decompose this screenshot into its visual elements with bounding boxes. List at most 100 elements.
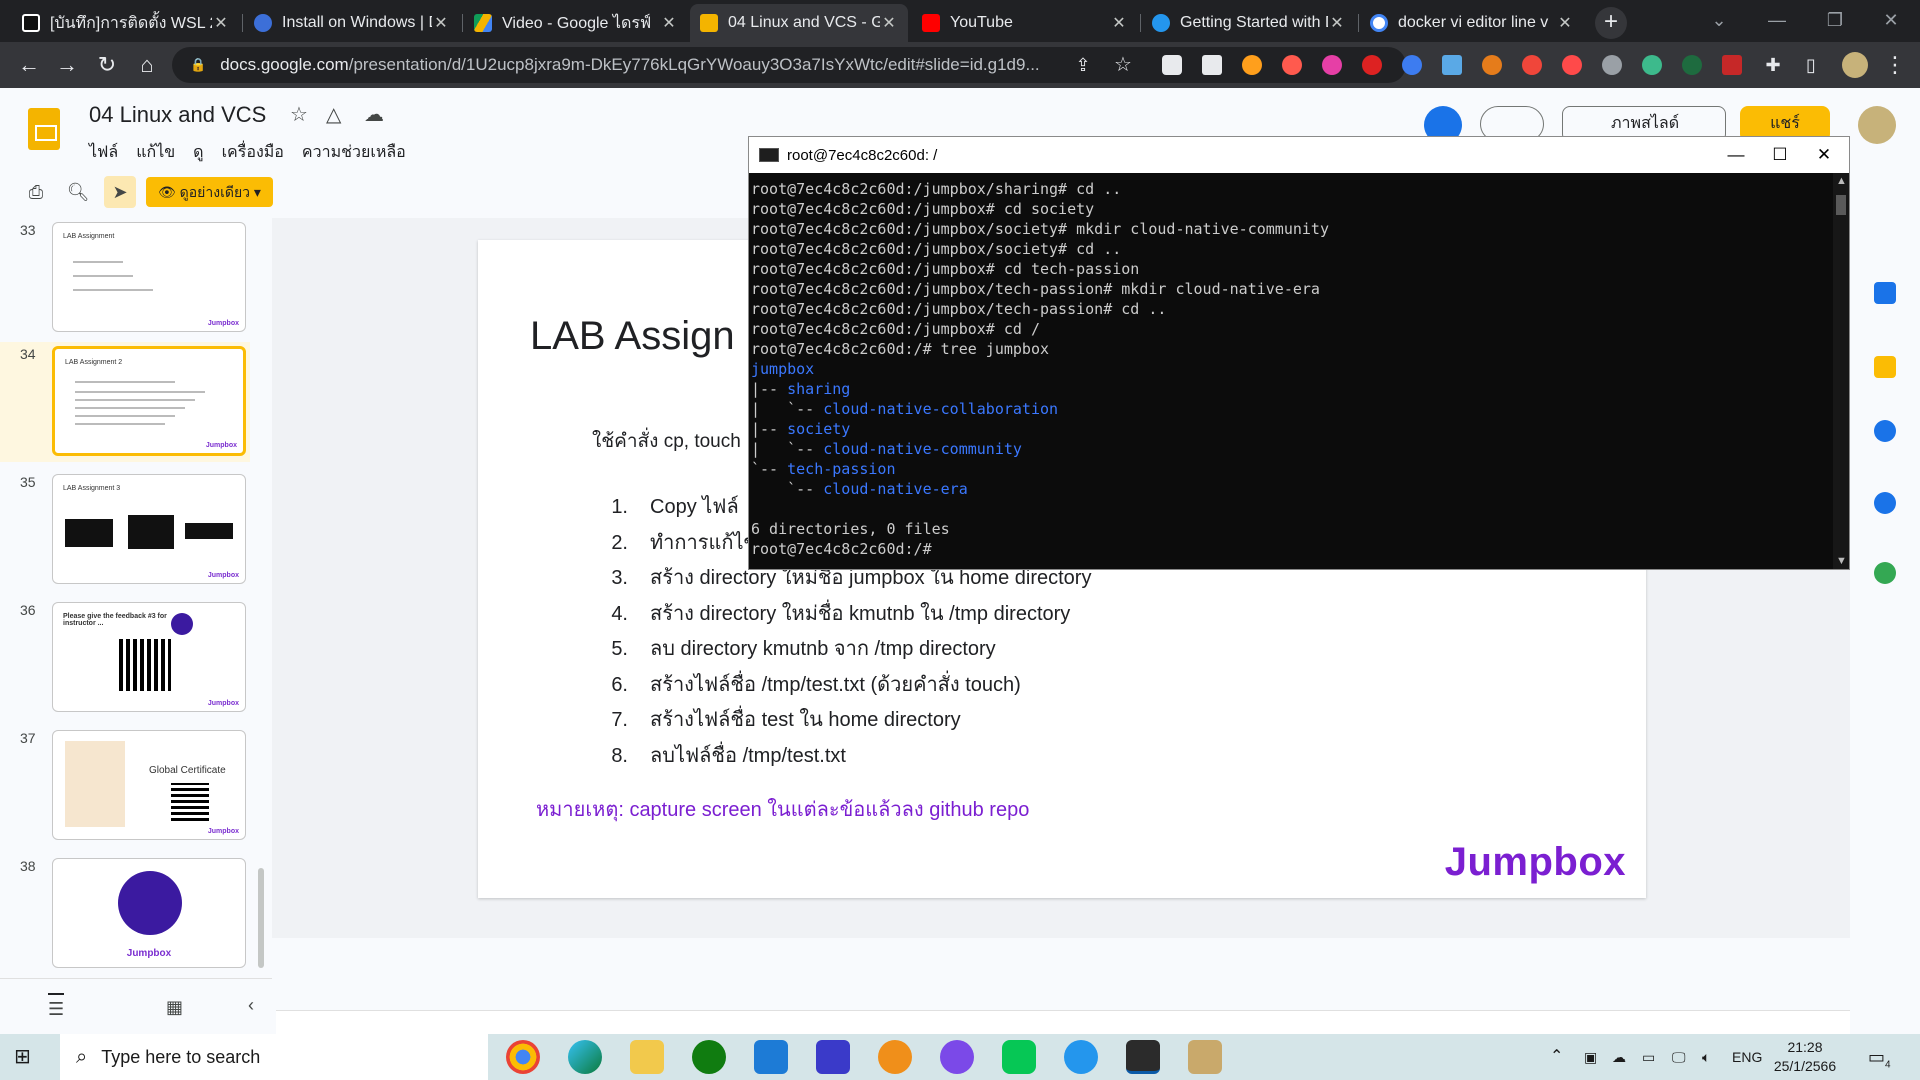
close-icon[interactable]: ✕	[880, 13, 898, 33]
slide-thumbnail[interactable]: Global Certificate Jumpbox	[52, 730, 246, 840]
line-icon[interactable]	[1002, 1040, 1036, 1074]
terminal-title-bar[interactable]: root@7ec4c8c2c60d: / — ☐ ✕	[749, 137, 1849, 173]
share-page-icon[interactable]: ⇪	[1068, 50, 1098, 80]
menu-tools[interactable]: เครื่องมือ	[222, 140, 284, 165]
close-icon[interactable]: ✕	[432, 13, 450, 33]
tab-getting-started-docker[interactable]: Getting Started with D ✕	[1142, 4, 1356, 42]
slide-thumbnail-row[interactable]: 34 LAB Assignment 2 Jumpbox	[0, 342, 250, 462]
tab-search-icon[interactable]: ⌄	[1690, 0, 1748, 40]
close-icon[interactable]: ✕	[1795, 137, 1853, 173]
metamask-icon[interactable]	[1482, 55, 1502, 75]
star-icon[interactable]: ☆	[290, 102, 308, 127]
extension-icon[interactable]	[1642, 55, 1662, 75]
menu-help[interactable]: ความช่วยเหลือ	[302, 140, 406, 165]
download-icon[interactable]	[1442, 55, 1462, 75]
edge-icon[interactable]	[568, 1040, 602, 1074]
restore-icon[interactable]: ❐	[1806, 0, 1864, 40]
maps-icon[interactable]	[1874, 562, 1896, 584]
close-window-icon[interactable]: ✕	[1862, 0, 1920, 40]
discord-icon[interactable]	[940, 1040, 974, 1074]
more-menu-icon[interactable]: ⋮	[1880, 50, 1910, 80]
windows-start-icon[interactable]: ⊞	[14, 1046, 36, 1068]
taskbar-clock[interactable]: 21:28 25/1/2566	[1770, 1038, 1840, 1076]
bookmark-star-icon[interactable]: ☆	[1108, 50, 1138, 80]
terminal-output[interactable]: root@7ec4c8c2c60d:/jumpbox/sharing# cd .…	[749, 173, 1831, 569]
select-cursor-icon[interactable]: ➤	[104, 176, 136, 208]
mail-icon[interactable]	[754, 1040, 788, 1074]
tasks-icon[interactable]	[1874, 420, 1896, 442]
device-icon[interactable]: ▣	[1584, 1034, 1597, 1080]
brave-shield-icon[interactable]	[1162, 55, 1182, 75]
slide-thumbnail-row[interactable]: 37 Global Certificate Jumpbox	[0, 726, 250, 846]
close-icon[interactable]: ✕	[660, 13, 678, 33]
puzzle-extensions-icon[interactable]: ✚	[1758, 50, 1788, 80]
slides-logo-icon[interactable]	[28, 108, 60, 150]
extension-icon[interactable]	[1202, 55, 1222, 75]
taskbar-search-box[interactable]: ⌕ Type here to search	[60, 1034, 488, 1080]
view-only-mode-button[interactable]: 👁 ดูอย่างเดียว ▾	[146, 177, 273, 207]
filmstrip-view-icon[interactable]: ☰	[48, 993, 65, 1020]
slide-thumbnail[interactable]: LAB Assignment Jumpbox	[52, 222, 246, 332]
collapse-panel-icon[interactable]: ‹	[248, 995, 254, 1016]
scroll-down-icon[interactable]: ▼	[1836, 555, 1847, 567]
docker-desktop-icon[interactable]	[1064, 1040, 1098, 1074]
cloud-icon[interactable]: ☁	[1612, 1034, 1626, 1080]
menu-edit[interactable]: แก้ไข	[136, 140, 175, 165]
grid-view-icon[interactable]: ▦	[166, 997, 183, 1018]
notification-icon[interactable]: ▭4	[1868, 1034, 1891, 1080]
paint-icon[interactable]	[1188, 1040, 1222, 1074]
xbox-icon[interactable]	[692, 1040, 726, 1074]
minimize-icon[interactable]: —	[1748, 0, 1806, 40]
extension-icon[interactable]	[1522, 55, 1542, 75]
account-avatar[interactable]	[1858, 106, 1896, 144]
tab-google-drive[interactable]: Video - Google ไดรฟ์ ✕	[464, 4, 688, 42]
extension-icon[interactable]	[1562, 55, 1582, 75]
slide-thumbnail[interactable]: LAB Assignment 3 Jumpbox	[52, 474, 246, 584]
battery-icon[interactable]: ▭	[1642, 1034, 1655, 1080]
show-hidden-icons[interactable]: ⌃	[1550, 1034, 1563, 1080]
close-icon[interactable]: ✕	[212, 13, 230, 33]
slide-thumbnail[interactable]: Please give the feedback #3 for instruct…	[52, 602, 246, 712]
tab-install-windows[interactable]: Install on Windows | D ✕	[244, 4, 460, 42]
tab-docker-vi-editor[interactable]: docker vi editor line v ✕	[1360, 4, 1584, 42]
extension-icon[interactable]	[1682, 55, 1702, 75]
scroll-up-icon[interactable]: ▲	[1836, 175, 1847, 187]
zoom-icon[interactable]: 🔍︎	[62, 176, 94, 208]
home-icon[interactable]: ⌂	[132, 50, 162, 80]
language-indicator[interactable]: ENG	[1732, 1034, 1762, 1080]
app-icon[interactable]	[878, 1040, 912, 1074]
terminal-window[interactable]: root@7ec4c8c2c60d: / — ☐ ✕ root@7ec4c8c2…	[748, 136, 1850, 570]
profile-avatar[interactable]	[1842, 52, 1868, 78]
extension-icon[interactable]	[1282, 55, 1302, 75]
extension-icon[interactable]	[1722, 55, 1742, 75]
slide-thumbnail[interactable]: Jumpbox	[52, 858, 246, 968]
terminal-taskbar-icon[interactable]	[1126, 1040, 1160, 1074]
document-title[interactable]: 04 Linux and VCS	[89, 102, 266, 128]
network-icon[interactable]: 🖵	[1672, 1034, 1686, 1080]
tab-youtube[interactable]: YouTube ✕	[912, 4, 1138, 42]
reload-icon[interactable]: ↻	[92, 50, 122, 80]
calendar-icon[interactable]	[1874, 282, 1896, 304]
keep-icon[interactable]	[1874, 356, 1896, 378]
extension-icon[interactable]	[1242, 55, 1262, 75]
close-icon[interactable]: ✕	[1328, 13, 1346, 33]
filmstrip-scrollbar[interactable]	[258, 868, 264, 968]
slide-thumbnail-row[interactable]: 36 Please give the feedback #3 for instr…	[0, 598, 250, 718]
new-tab-button[interactable]: +	[1595, 7, 1627, 39]
chrome-icon[interactable]	[506, 1040, 540, 1074]
tab-linux-vcs[interactable]: 04 Linux and VCS - G ✕	[690, 4, 908, 42]
extension-icon[interactable]	[1362, 55, 1382, 75]
extension-icon[interactable]	[1602, 55, 1622, 75]
close-icon[interactable]: ✕	[1556, 13, 1574, 33]
move-to-drive-icon[interactable]: △	[326, 102, 341, 127]
volume-icon[interactable]: 🔈︎	[1702, 1034, 1710, 1080]
back-icon[interactable]: ←	[14, 50, 44, 80]
close-icon[interactable]: ✕	[1110, 13, 1128, 33]
extension-icon[interactable]	[1322, 55, 1342, 75]
slide-thumbnail-selected[interactable]: LAB Assignment 2 Jumpbox	[52, 346, 246, 456]
extension-icon[interactable]	[1402, 55, 1422, 75]
menu-view[interactable]: ดู	[193, 140, 203, 165]
print-icon[interactable]: ⎙	[20, 176, 52, 208]
contacts-icon[interactable]	[1874, 492, 1896, 514]
slide-thumbnail-row[interactable]: 33 LAB Assignment Jumpbox	[0, 218, 250, 338]
